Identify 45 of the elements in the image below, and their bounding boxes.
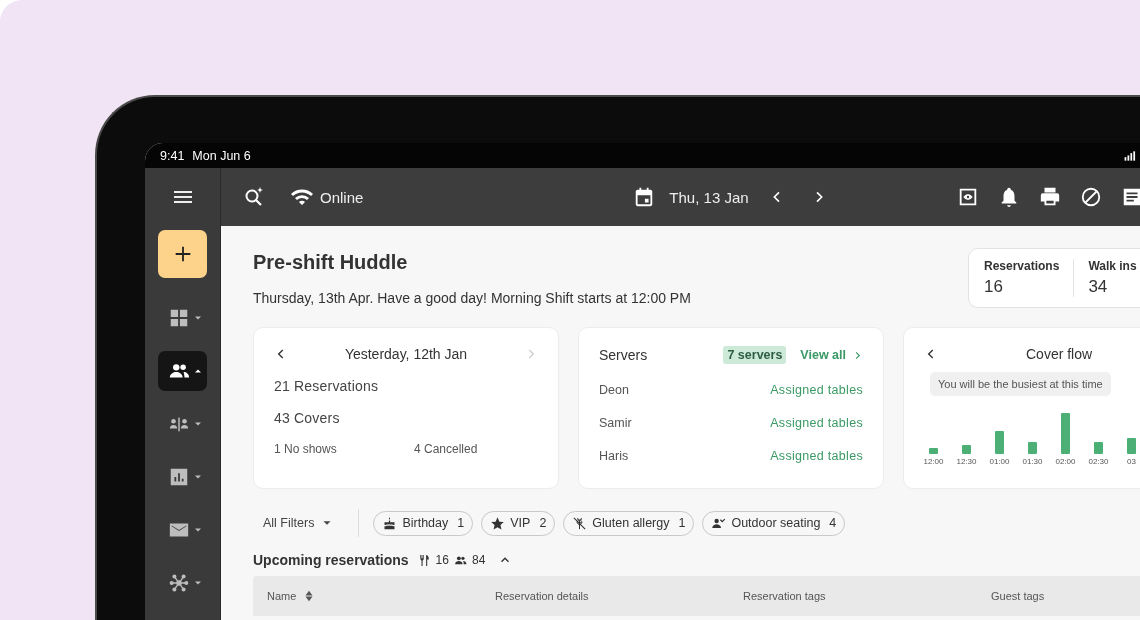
covers-count: 43 Covers bbox=[274, 410, 341, 426]
time-label: 01:30 bbox=[1022, 457, 1043, 466]
filter-chip[interactable]: VIP 2 bbox=[481, 510, 556, 536]
tooltip: You will be the busiest at this time bbox=[930, 372, 1111, 396]
stat-value: 16 bbox=[984, 277, 1004, 297]
time-label: 02:00 bbox=[1055, 457, 1076, 466]
view-all-link[interactable]: View all bbox=[800, 348, 863, 362]
time-label: 03 bbox=[1127, 457, 1136, 466]
time-label: 01:00 bbox=[989, 457, 1010, 466]
status-date: Mon Jun 6 bbox=[192, 148, 251, 163]
column-header[interactable]: Name bbox=[267, 590, 297, 602]
assigned-tables-link[interactable]: Assigned tables bbox=[770, 416, 863, 430]
card-title: Servers bbox=[599, 347, 649, 363]
time-label: 02:30 bbox=[1088, 457, 1109, 466]
server-name: Deon bbox=[599, 383, 629, 397]
section-title: Upcoming reservations bbox=[253, 552, 409, 568]
page-title: Pre-shift Huddle bbox=[253, 251, 409, 274]
time-label: 12:30 bbox=[956, 457, 977, 466]
server-name: Haris bbox=[599, 449, 629, 463]
column-header: Guest tags bbox=[991, 590, 1045, 602]
reservations-total: 16 bbox=[435, 553, 449, 567]
filter-chip[interactable]: Gluten allergy 1 bbox=[563, 510, 695, 536]
filter-chip[interactable]: Outdoor seating 4 bbox=[702, 510, 846, 536]
stat-label: Walk ins bbox=[1088, 259, 1137, 273]
column-header: Reservation tags bbox=[743, 590, 826, 602]
stat-value: 34 bbox=[1088, 277, 1109, 297]
stat-label: Reservations bbox=[984, 259, 1060, 273]
reservations-count: 21 Reservations bbox=[274, 378, 380, 394]
status-time: 9:41 bbox=[160, 148, 185, 163]
current-date: Thu, 13 Jan bbox=[669, 188, 749, 206]
filter-chip[interactable]: Birthday 1 bbox=[373, 510, 474, 536]
cancelled-count: 4 Cancelled bbox=[414, 442, 478, 456]
page-subtitle: Thursday, 13th Apr. Have a good day! Morning Shift starts at 12:00 PM bbox=[253, 290, 691, 306]
assigned-tables-link[interactable]: Assigned tables bbox=[770, 383, 863, 397]
connection-status: Online bbox=[320, 188, 364, 206]
covers-total: 84 bbox=[471, 553, 486, 567]
assigned-tables-link[interactable]: Assigned tables bbox=[770, 449, 863, 463]
time-label: 12:00 bbox=[923, 457, 944, 466]
summary-date: Yesterday, 12th Jan bbox=[344, 346, 468, 362]
servers-badge: 7 servers bbox=[723, 346, 787, 364]
server-name: Samir bbox=[599, 416, 632, 430]
no-shows-count: 1 No shows bbox=[274, 442, 338, 456]
column-header: Reservation details bbox=[495, 590, 589, 602]
all-filters-dropdown[interactable]: All Filters bbox=[253, 516, 345, 530]
card-title: Cover flow bbox=[1026, 346, 1093, 362]
